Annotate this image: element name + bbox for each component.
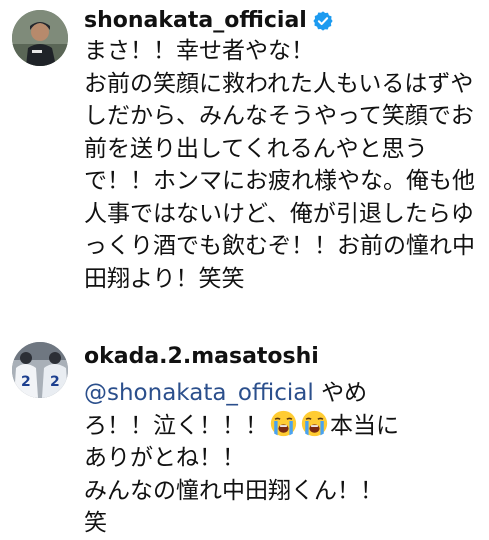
loudly-crying-face-emoji-icon bbox=[270, 410, 297, 436]
svg-text:2: 2 bbox=[50, 374, 60, 390]
mention-link[interactable]: @shonakata_official bbox=[84, 380, 314, 406]
comment-text: まさ！！幸せ者やな！ お前の笑顔に救われた人もいるはずやしだから、みんなそうやっ… bbox=[84, 38, 475, 292]
avatar[interactable] bbox=[12, 10, 68, 66]
loudly-crying-face-emoji-icon bbox=[301, 410, 328, 436]
avatar-image bbox=[12, 10, 68, 66]
comment-content: okada.2.masatoshi @shonakata_official やめ… bbox=[84, 342, 484, 540]
comment-text: @shonakata_official やめろ！！泣く！！！ 本当にありがとね！… bbox=[84, 377, 404, 540]
svg-text:2: 2 bbox=[21, 374, 31, 390]
comment-content: shonakata_official まさ！！幸せ者やな！ お前の笑顔に救われた… bbox=[84, 6, 484, 295]
username[interactable]: shonakata_official bbox=[84, 6, 307, 36]
avatar[interactable]: 2 2 bbox=[12, 342, 68, 398]
username[interactable]: okada.2.masatoshi bbox=[84, 342, 319, 372]
avatar-image: 2 2 bbox=[12, 342, 68, 398]
verified-badge-icon bbox=[313, 11, 333, 31]
